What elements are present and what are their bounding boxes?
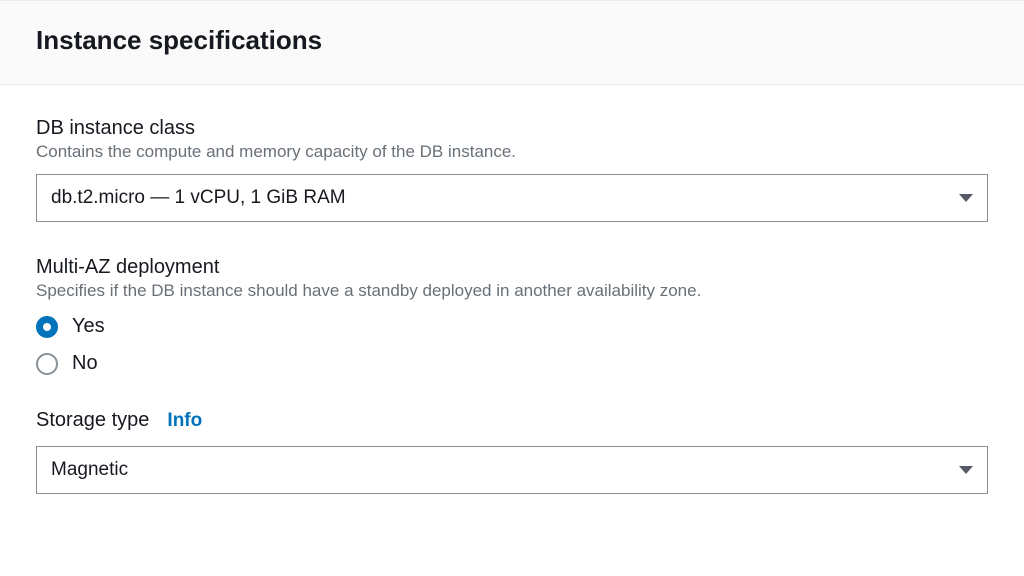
- storage-type-value: Magnetic: [51, 459, 128, 481]
- radio-icon: [36, 353, 58, 375]
- storage-type-select[interactable]: Magnetic: [36, 446, 988, 494]
- multi-az-yes-label: Yes: [72, 315, 105, 338]
- multi-az-no-label: No: [72, 352, 98, 375]
- multi-az-radio-no[interactable]: No: [36, 352, 988, 375]
- multi-az-group: Multi-AZ deployment Specifies if the DB …: [36, 256, 988, 375]
- db-instance-class-value: db.t2.micro — 1 vCPU, 1 GiB RAM: [51, 187, 346, 209]
- storage-type-label-row: Storage type Info: [36, 409, 988, 434]
- db-instance-class-label: DB instance class: [36, 117, 988, 140]
- multi-az-description: Specifies if the DB instance should have…: [36, 281, 988, 301]
- chevron-down-icon: [959, 194, 973, 202]
- storage-type-label: Storage type: [36, 409, 149, 432]
- storage-type-group: Storage type Info Magnetic: [36, 409, 988, 494]
- panel-header: Instance specifications: [0, 0, 1024, 85]
- multi-az-label: Multi-AZ deployment: [36, 256, 988, 279]
- db-instance-class-description: Contains the compute and memory capacity…: [36, 142, 988, 162]
- multi-az-radio-yes[interactable]: Yes: [36, 315, 988, 338]
- db-instance-class-group: DB instance class Contains the compute a…: [36, 117, 988, 222]
- radio-icon: [36, 316, 58, 338]
- chevron-down-icon: [959, 466, 973, 474]
- multi-az-radio-group: Yes No: [36, 315, 988, 375]
- panel-title: Instance specifications: [36, 25, 988, 56]
- db-instance-class-select[interactable]: db.t2.micro — 1 vCPU, 1 GiB RAM: [36, 174, 988, 222]
- panel-body: DB instance class Contains the compute a…: [0, 85, 1024, 514]
- storage-type-info-link[interactable]: Info: [167, 410, 202, 432]
